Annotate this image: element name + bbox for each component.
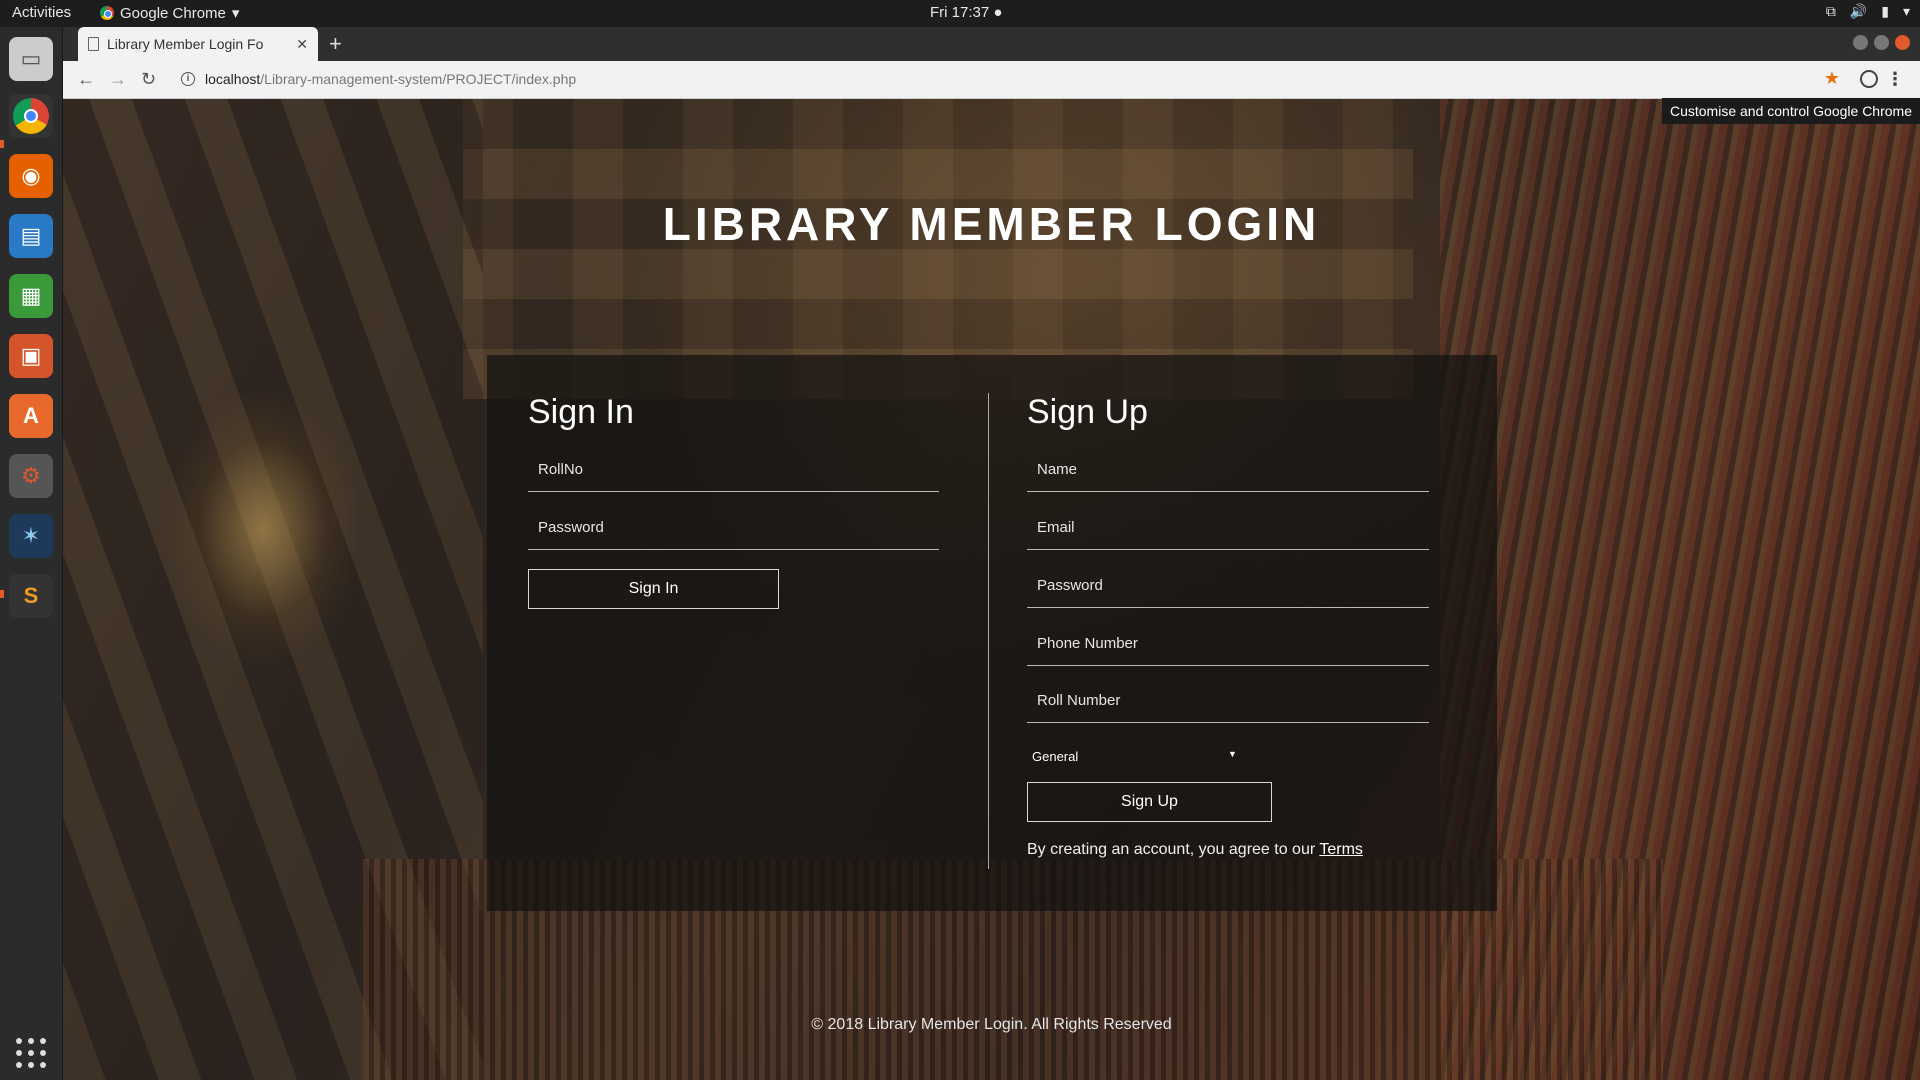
roll-number-field — [1027, 679, 1429, 723]
sign-in-heading: Sign In — [528, 393, 634, 431]
background-chandelier — [163, 389, 363, 669]
reload-icon[interactable]: ↻ — [141, 69, 156, 90]
url-path: /Library-management-system/PROJECT/index… — [260, 71, 577, 87]
info-icon[interactable]: i — [181, 72, 195, 86]
email-field — [1027, 506, 1429, 550]
chrome-launcher-icon[interactable] — [9, 94, 53, 138]
sign-in-button[interactable]: Sign In — [528, 569, 779, 609]
dropdown-arrow-icon: ▾ — [231, 5, 240, 22]
panel-divider — [988, 393, 989, 869]
network-icon[interactable]: ⧉ — [1826, 3, 1836, 20]
terms-link[interactable]: Terms — [1319, 841, 1363, 858]
signup-password-input[interactable] — [1027, 564, 1429, 607]
email-input[interactable] — [1027, 506, 1429, 549]
signin-password-field — [528, 506, 939, 550]
terms-text: By creating an account, you agree to our — [1027, 841, 1316, 858]
network-tool-icon[interactable]: ✶ — [9, 514, 53, 558]
tab-title: Library Member Login Fo — [107, 36, 264, 52]
tooltip: Customise and control Google Chrome — [1661, 98, 1920, 124]
url-field[interactable]: i localhost/Library-management-system/PR… — [181, 71, 576, 87]
active-indicator — [0, 590, 4, 598]
chevron-down-icon: ▼ — [1228, 749, 1237, 759]
close-window-button[interactable] — [1895, 35, 1910, 50]
chevron-down-icon[interactable]: ▾ — [1903, 3, 1910, 20]
system-top-bar: Activities Google Chrome ▾ Fri 17:37 ● ⧉… — [0, 0, 1920, 27]
active-indicator — [0, 140, 4, 148]
phone-field — [1027, 622, 1429, 666]
page-icon — [88, 37, 99, 51]
calc-icon[interactable]: ▦ — [9, 274, 53, 318]
activities-button[interactable]: Activities — [12, 4, 71, 21]
maximize-button[interactable] — [1874, 35, 1889, 50]
menu-icon[interactable]: ⋮ — [1886, 69, 1904, 90]
bookmark-star-icon[interactable]: ★ — [1824, 68, 1840, 89]
settings-icon[interactable]: ⚙ — [9, 454, 53, 498]
signup-password-field — [1027, 564, 1429, 608]
name-input[interactable] — [1027, 448, 1429, 491]
address-bar: ← → ↻ i localhost/Library-management-sys… — [63, 61, 1920, 99]
system-tray[interactable]: ⧉ 🔊 ▮ ▾ — [1826, 3, 1910, 20]
software-center-icon[interactable]: A — [9, 394, 53, 438]
close-icon[interactable]: ✕ — [296, 36, 308, 53]
firefox-icon[interactable]: ◉ — [9, 154, 53, 198]
file-manager-icon[interactable]: ▭ — [9, 37, 53, 81]
volume-icon[interactable]: 🔊 — [1850, 3, 1867, 20]
app-menu[interactable]: Google Chrome ▾ — [100, 4, 239, 22]
clock-text: Fri 17:37 — [930, 4, 990, 21]
sublime-text-icon[interactable]: S — [9, 574, 53, 618]
minimize-button[interactable] — [1853, 35, 1868, 50]
terms-notice: By creating an account, you agree to our… — [1027, 841, 1363, 859]
roll-number-input[interactable] — [1027, 679, 1429, 722]
system-clock[interactable]: Fri 17:37 ● — [930, 4, 1002, 21]
back-arrow-icon[interactable]: ← — [77, 69, 95, 90]
rollno-field — [528, 448, 939, 492]
login-panel: Sign In Sign In Sign Up General ▼ S — [487, 355, 1497, 911]
footer-copyright: © 2018 Library Member Login. All Rights … — [811, 1016, 1172, 1033]
category-select[interactable]: General ▼ — [1032, 746, 1237, 766]
rollno-input[interactable] — [528, 448, 939, 491]
show-apps-icon[interactable] — [16, 1038, 46, 1068]
browser-tab[interactable]: Library Member Login Fo ✕ — [78, 27, 318, 61]
page-viewport: LIBRARY MEMBER LOGIN Sign In Sign In Sig… — [63, 99, 1920, 1080]
sign-up-heading: Sign Up — [1027, 393, 1148, 431]
forward-arrow-icon[interactable]: → — [109, 69, 127, 90]
sign-up-button[interactable]: Sign Up — [1027, 782, 1272, 822]
account-icon[interactable] — [1860, 70, 1878, 88]
url-host: localhost — [205, 71, 261, 87]
writer-icon[interactable]: ▤ — [9, 214, 53, 258]
window-controls — [1853, 35, 1910, 50]
chrome-icon — [100, 6, 114, 20]
category-select-value: General — [1032, 748, 1079, 764]
new-tab-button[interactable]: + — [329, 31, 342, 57]
page-title: LIBRARY MEMBER LOGIN — [662, 198, 1321, 250]
impress-icon[interactable]: ▣ — [9, 334, 53, 378]
signin-password-input[interactable] — [528, 506, 939, 549]
app-menu-label: Google Chrome — [120, 4, 226, 22]
launcher-dock: ▭ ◉ ▤ ▦ ▣ A ⚙ ✶ S — [0, 27, 63, 1080]
browser-tab-strip: Library Member Login Fo ✕ + — [63, 27, 1920, 61]
name-field — [1027, 448, 1429, 492]
phone-input[interactable] — [1027, 622, 1429, 665]
battery-icon[interactable]: ▮ — [1881, 3, 1889, 20]
